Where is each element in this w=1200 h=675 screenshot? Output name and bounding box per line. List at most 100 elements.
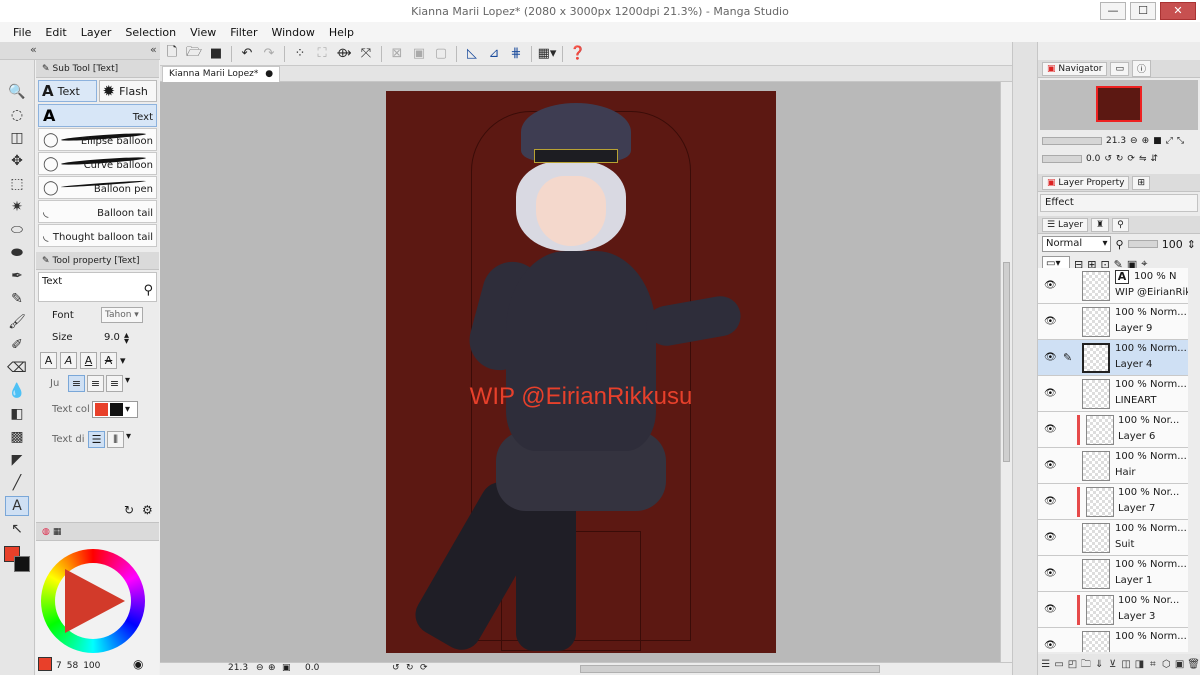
italic-button[interactable]: A xyxy=(60,351,77,369)
color-set-icon[interactable]: ▦ xyxy=(53,527,62,537)
correct-line-tool-icon[interactable]: ↖ xyxy=(5,519,29,539)
hue-ring[interactable] xyxy=(41,549,145,653)
tab-layer-property[interactable]: ▣ Layer Property xyxy=(1042,175,1130,190)
sub-color-swatch[interactable] xyxy=(14,556,30,572)
saturation-triangle[interactable] xyxy=(65,569,125,633)
zoom-in-icon[interactable]: ⊕ xyxy=(268,663,276,673)
layer-row[interactable]: 👁 100 % Norm... Layer 1 xyxy=(1038,556,1200,592)
subtool-tab-text[interactable]: A Text xyxy=(38,80,97,102)
operation-tool-icon[interactable]: ◫ xyxy=(5,128,29,148)
subtool-item-balloon-tail[interactable]: ◟ Balloon tail xyxy=(38,200,157,223)
fill-icon[interactable]: ⟴ xyxy=(334,44,354,64)
scale-icon[interactable]: ⤧ xyxy=(356,44,376,64)
canvas-angle-value[interactable]: 0.0 xyxy=(305,663,319,673)
eye-icon[interactable]: 👁 xyxy=(1044,532,1057,543)
menu-edit[interactable]: Edit xyxy=(38,26,73,39)
align-left-button[interactable]: ≡ xyxy=(68,374,85,392)
layer-row[interactable]: 👁 100 % Nor... Layer 6 xyxy=(1038,412,1200,448)
layer-list-scrollbar[interactable] xyxy=(1188,268,1200,652)
menu-help[interactable]: Help xyxy=(322,26,361,39)
redo-icon[interactable]: ↷ xyxy=(259,44,279,64)
flip-icon[interactable]: ⇋ xyxy=(1139,154,1147,164)
blend-mode-select[interactable]: Normal ▾ xyxy=(1042,236,1112,252)
layer-row[interactable]: 👁 100 % Norm... LINEART xyxy=(1038,376,1200,412)
layer-row[interactable]: 👁 100 % Norm... Layer 9 xyxy=(1038,304,1200,340)
subtool-item-thought-balloon-tail[interactable]: ◟ Thought balloon tail xyxy=(38,224,157,247)
canvas-vertical-scrollbar[interactable] xyxy=(1000,82,1012,662)
eye-icon[interactable]: 👁 xyxy=(1044,640,1057,651)
gradient-tool-icon[interactable]: ▩ xyxy=(5,427,29,447)
rotate-right-icon[interactable]: ↻ xyxy=(1116,154,1124,164)
eye-icon[interactable]: 👁 xyxy=(1044,388,1057,399)
menu-layer[interactable]: Layer xyxy=(74,26,119,39)
eye-icon[interactable]: 👁 xyxy=(1044,460,1057,471)
bold-button[interactable]: A xyxy=(40,351,57,369)
rotate-right-icon[interactable]: ↻ xyxy=(406,663,414,673)
zoom-tool-icon[interactable]: 🔍 xyxy=(5,82,29,102)
tab-history[interactable]: ⚲ xyxy=(1112,217,1129,232)
canvas-area[interactable]: WIP @EirianRikkusu xyxy=(160,82,1000,662)
eyedropper-tool-icon[interactable]: ⬭ xyxy=(5,220,29,240)
eye-icon[interactable]: 👁 xyxy=(1044,604,1057,615)
text-tool-icon[interactable]: A xyxy=(5,496,29,516)
spin-down-icon[interactable]: ▾ xyxy=(124,336,129,347)
size-value[interactable]: 9.0 xyxy=(104,332,120,343)
dropdown-arrow-icon[interactable]: ▾ xyxy=(125,375,130,392)
rotate-left-icon[interactable]: ↺ xyxy=(392,663,400,673)
new-file-icon[interactable]: 🗋 xyxy=(162,44,182,64)
subtool-item-balloon-pen[interactable]: ◯ Balloon pen xyxy=(38,176,157,199)
pencil-tool-icon[interactable]: ✎ xyxy=(5,289,29,309)
collapse-left-icon[interactable]: « xyxy=(30,43,37,56)
brush-tool-icon[interactable]: 🖌 xyxy=(5,312,29,332)
eye-icon[interactable]: 👁 xyxy=(1044,352,1057,363)
clear-outside-icon[interactable]: ▣ xyxy=(409,44,429,64)
snap-ruler-icon[interactable]: ⊿ xyxy=(484,44,504,64)
maximize-button[interactable]: ☐ xyxy=(1130,2,1156,20)
menu-file[interactable]: File xyxy=(6,26,38,39)
auto-select-tool-icon[interactable]: ✷ xyxy=(5,197,29,217)
artwork-page[interactable]: WIP @EirianRikkusu xyxy=(386,91,776,653)
left-collapse-strip[interactable]: « « xyxy=(0,42,160,60)
eye-icon[interactable]: 👁 xyxy=(1044,316,1057,327)
dropdown-arrow-icon[interactable]: ▾ xyxy=(120,354,126,367)
eye-icon[interactable]: 👁 xyxy=(1044,280,1057,291)
horizontal-text-button[interactable]: ☰ xyxy=(88,430,105,448)
layer-row[interactable]: 👁 A 100 % N WIP @EirianRik xyxy=(1038,268,1200,304)
wrench-magnifier-icon[interactable]: ⚲ xyxy=(143,283,153,298)
layer-row[interactable]: 👁 100 % Nor... Layer 3 xyxy=(1038,592,1200,628)
align-right-button[interactable]: ≡ xyxy=(106,374,123,392)
apply-mask-icon[interactable]: ◨ xyxy=(1134,658,1145,672)
subtool-item-text[interactable]: A Text xyxy=(38,104,157,127)
opacity-slider[interactable] xyxy=(1127,240,1158,248)
clear-icon[interactable]: ⊠ xyxy=(387,44,407,64)
new-vector-layer-icon[interactable]: ◰ xyxy=(1067,658,1078,672)
menu-filter[interactable]: Filter xyxy=(223,26,264,39)
menu-view[interactable]: View xyxy=(183,26,223,39)
fill-tool-icon[interactable]: ◧ xyxy=(5,404,29,424)
zoom-in-icon[interactable]: ⊕ xyxy=(1142,136,1150,146)
minimize-button[interactable]: — xyxy=(1100,2,1126,20)
line-tool-icon[interactable]: ╱ xyxy=(5,473,29,493)
subtool-item-curve-balloon[interactable]: ◯ Curve balloon xyxy=(38,152,157,175)
vertical-text-button[interactable]: ⦀ xyxy=(107,430,124,448)
tab-navigator[interactable]: ▣ Navigator xyxy=(1042,61,1108,76)
ruler-layer-icon[interactable]: ⌗ xyxy=(1147,658,1158,672)
help-icon[interactable]: ❓ xyxy=(568,44,588,64)
3d-icon[interactable]: ⬡ xyxy=(1161,658,1172,672)
lock-icon[interactable]: ⚲ xyxy=(1115,238,1123,251)
subtool-item-ellipse-balloon[interactable]: ◯ Ellipse balloon xyxy=(38,128,157,151)
select-all-icon[interactable]: ⁘ xyxy=(290,44,310,64)
collapse-left-icon-2[interactable]: « xyxy=(150,43,157,56)
eye-icon[interactable]: 👁 xyxy=(1044,496,1057,507)
new-folder-icon[interactable]: 🗀 xyxy=(1080,658,1091,672)
blend-tool-icon[interactable]: 💧 xyxy=(5,381,29,401)
merge-down-icon[interactable]: ⊻ xyxy=(1107,658,1118,672)
undo-icon[interactable]: ↶ xyxy=(237,44,257,64)
airbrush-tool-icon[interactable]: ✐ xyxy=(5,335,29,355)
tab-layer[interactable]: ☰ Layer xyxy=(1042,217,1089,232)
layer-row-selected[interactable]: 👁 ✎ 100 % Norm... Layer 4 xyxy=(1038,340,1200,376)
flip-vertical-icon[interactable]: ⇵ xyxy=(1151,154,1159,164)
layer-row[interactable]: 👁 100 % Norm... Suit xyxy=(1038,520,1200,556)
rotate-left-icon[interactable]: ↺ xyxy=(1104,154,1112,164)
mask-layer-icon[interactable]: ◫ xyxy=(1120,658,1131,672)
